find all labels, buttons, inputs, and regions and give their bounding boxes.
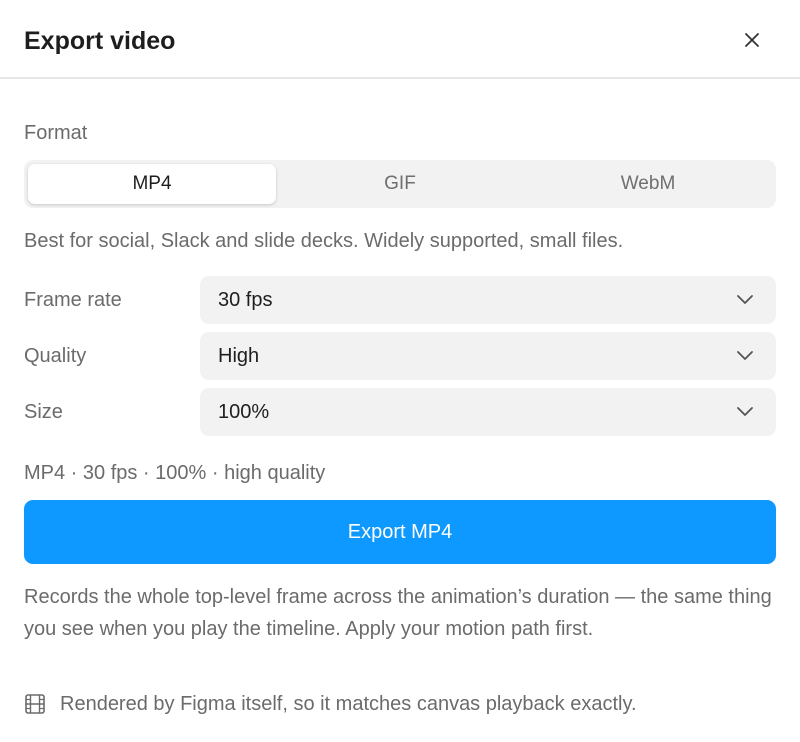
format-option-webm[interactable]: WebM [524,164,772,204]
format-description: Best for social, Slack and slide decks. … [24,230,624,252]
dialog-title: Export video [24,27,176,55]
frame-rate-value: 30 fps [218,289,273,311]
size-value: 100% [218,401,270,423]
frame-rate-select[interactable]: 30 fps [200,276,776,324]
chevron-down-icon [737,351,753,360]
format-label: Format [24,122,88,144]
dialog-header: Export video [0,0,800,79]
format-option-gif[interactable]: GIF [276,164,524,204]
quality-label: Quality [24,345,87,367]
quality-select[interactable]: High [200,332,776,380]
chevron-down-icon [737,407,753,416]
export-video-dialog: Export video Format MP4 GIF WebM Best fo… [0,0,800,742]
size-label: Size [24,401,63,423]
size-select[interactable]: 100% [200,388,776,436]
format-segmented-control: MP4 GIF WebM [24,160,776,208]
footer-note-text: Rendered by Figma itself, so it matches … [60,693,637,715]
film-icon [25,694,45,714]
footer-note: Rendered by Figma itself, so it matches … [24,688,637,720]
export-summary: MP4 · 30 fps · 100% · high quality [24,462,326,484]
quality-value: High [218,345,260,367]
chevron-down-icon [737,295,753,304]
frame-rate-label: Frame rate [24,289,122,311]
export-mp4-button[interactable]: Export MP4 [24,500,776,564]
format-option-mp4[interactable]: MP4 [28,164,276,204]
export-note: Records the whole top-level frame across… [24,586,772,640]
close-button[interactable] [734,22,770,58]
close-icon [745,33,759,47]
